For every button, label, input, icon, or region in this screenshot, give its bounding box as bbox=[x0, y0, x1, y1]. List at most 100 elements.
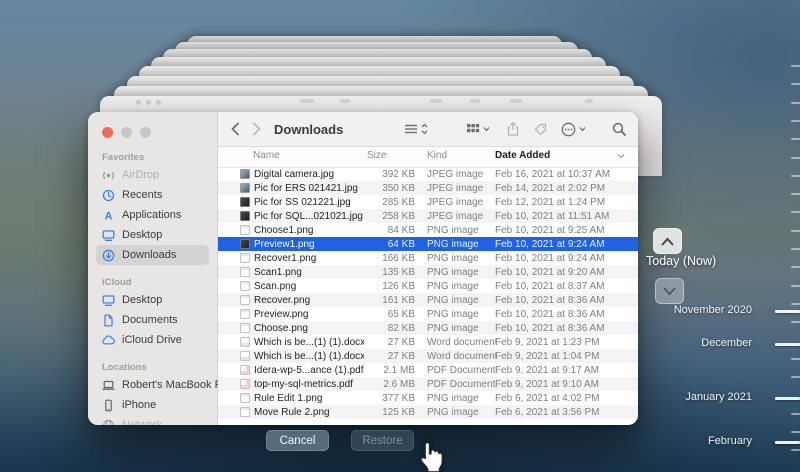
table-row[interactable]: Pic for ERS 021421.jpg 350 KB JPEG image Fe… bbox=[218, 181, 638, 195]
file-icon bbox=[240, 253, 250, 263]
timeline-tick[interactable] bbox=[791, 211, 800, 213]
column-header-kind[interactable]: Kind bbox=[427, 150, 447, 161]
timeline-tick[interactable] bbox=[791, 248, 800, 250]
sidebar-item-downloads[interactable]: Downloads bbox=[96, 245, 209, 265]
table-row[interactable]: Recover.png 161 KB PNG image Feb 10, 2021 a… bbox=[218, 293, 638, 307]
timeline-down-button[interactable] bbox=[655, 278, 684, 304]
zoom-button[interactable] bbox=[140, 127, 151, 138]
airdrop-icon bbox=[103, 171, 114, 179]
sidebar-item-network[interactable]: Network bbox=[96, 415, 209, 425]
sidebar-item-iphone[interactable]: iPhone bbox=[96, 395, 209, 415]
table-row[interactable]: Choose1.png 84 KB PNG image Feb 10, 2021 at… bbox=[218, 223, 638, 237]
file-icon bbox=[240, 211, 250, 221]
file-icon bbox=[240, 379, 250, 389]
timeline-month-label[interactable]: December bbox=[622, 337, 752, 349]
cancel-button[interactable]: Cancel bbox=[266, 430, 329, 451]
restore-button[interactable]: Restore bbox=[351, 430, 414, 451]
file-icon bbox=[240, 351, 250, 361]
hand-cursor bbox=[417, 440, 443, 472]
timeline-tick[interactable] bbox=[791, 266, 800, 268]
sidebar-item-airdrop[interactable]: AirDrop bbox=[96, 165, 209, 185]
close-button[interactable] bbox=[102, 127, 113, 138]
list-view-icon[interactable] bbox=[404, 112, 428, 146]
table-row[interactable]: Which is be...(1) (1).docx 27 KB Word docu… bbox=[218, 349, 638, 363]
file-kind: PNG image bbox=[427, 238, 479, 250]
timeline-tick[interactable] bbox=[791, 102, 800, 104]
sidebar-item-icloud-drive[interactable]: iCloud Drive bbox=[96, 330, 209, 350]
minimize-button[interactable] bbox=[121, 127, 132, 138]
timeline-tick[interactable] bbox=[791, 65, 800, 67]
applications-icon: A bbox=[105, 210, 113, 222]
timeline-month-label[interactable]: February bbox=[622, 435, 752, 447]
table-row[interactable]: Pic for SQL...021021.jpg 258 KB JPEG image… bbox=[218, 209, 638, 223]
tag-icon[interactable] bbox=[534, 112, 547, 146]
column-header-size[interactable]: Size bbox=[367, 150, 386, 161]
sidebar-item-desktop[interactable]: Desktop bbox=[96, 225, 209, 245]
timeline-tick-major[interactable] bbox=[775, 441, 800, 444]
table-row[interactable]: Which is be...(1) (1).docx 27 KB Word docu… bbox=[218, 335, 638, 349]
table-row[interactable]: Recover1.png 166 KB PNG image Feb 10, 2021 … bbox=[218, 251, 638, 265]
timeline-tick-major[interactable] bbox=[775, 397, 800, 400]
search-icon[interactable] bbox=[612, 112, 626, 146]
timeline-tick[interactable] bbox=[791, 431, 800, 433]
timeline-tick[interactable] bbox=[791, 83, 800, 85]
sidebar-item-applications[interactable]: A Applications bbox=[96, 205, 209, 225]
file-date: Feb 10, 2021 at 9:24 AM bbox=[495, 252, 605, 264]
timeline-month-label[interactable]: November 2020 bbox=[622, 304, 752, 316]
table-row[interactable]: Pic for SS 021221.jpg 285 KB JPEG image Feb… bbox=[218, 195, 638, 209]
file-date: Feb 10, 2021 at 8:36 AM bbox=[495, 322, 605, 334]
timeline-tick[interactable] bbox=[791, 376, 800, 378]
file-kind: JPEG image bbox=[427, 210, 484, 222]
column-header-date-added[interactable]: Date Added bbox=[495, 150, 550, 161]
timeline-tick[interactable] bbox=[791, 449, 800, 451]
table-row[interactable]: Idera-wp-5...ance (1).pdf 2.1 MB PDF Docum… bbox=[218, 363, 638, 377]
sidebar-item-label: Documents bbox=[122, 314, 178, 326]
forward-icon[interactable] bbox=[252, 112, 262, 146]
table-header: Name Size Kind Date Added bbox=[218, 147, 638, 168]
table-row[interactable]: Scan1.png 135 KB PNG image Feb 10, 2021 at … bbox=[218, 265, 638, 279]
toolbar: Downloads bbox=[218, 112, 638, 147]
file-kind: PNG image bbox=[427, 224, 479, 236]
timeline-tick[interactable] bbox=[791, 175, 800, 177]
timeline-tick[interactable] bbox=[791, 303, 800, 305]
sidebar-item-documents[interactable]: Documents bbox=[96, 310, 209, 330]
timeline-tick[interactable] bbox=[791, 138, 800, 140]
timeline-tick[interactable] bbox=[791, 157, 800, 159]
table-row[interactable]: Scan.png 126 KB PNG image Feb 10, 2021 at 8… bbox=[218, 279, 638, 293]
timeline-tick[interactable] bbox=[791, 230, 800, 232]
group-view-icon[interactable] bbox=[466, 112, 490, 146]
file-size: 135 KB bbox=[382, 266, 415, 278]
timeline-up-button[interactable] bbox=[653, 228, 682, 254]
timeline-tick-major[interactable] bbox=[775, 310, 800, 313]
table-row[interactable]: Digital camera.jpg 392 KB JPEG image Feb 16… bbox=[218, 167, 638, 181]
table-row[interactable]: top-my-sql-metrics.pdf 2.6 MB PDF Document… bbox=[218, 377, 638, 391]
table-row[interactable]: Choose.png 82 KB PNG image Feb 10, 2021 at … bbox=[218, 321, 638, 335]
timeline-tick[interactable] bbox=[791, 193, 800, 195]
downloads-icon bbox=[102, 249, 115, 261]
column-header-name[interactable]: Name bbox=[253, 150, 280, 161]
back-icon[interactable] bbox=[230, 112, 240, 146]
table-row[interactable]: Rule Edit 1.png 377 KB PNG image Feb 6, 202… bbox=[218, 391, 638, 405]
more-actions-icon[interactable] bbox=[561, 112, 586, 146]
timeline-month-label[interactable]: January 2021 bbox=[622, 391, 752, 403]
timeline-tick[interactable] bbox=[791, 358, 800, 360]
table-row[interactable]: Preview1.png 64 KB PNG image Feb 10, 2021 a… bbox=[218, 237, 638, 251]
desktop-icon bbox=[102, 229, 115, 241]
file-icon bbox=[240, 169, 250, 179]
share-icon[interactable] bbox=[507, 112, 519, 146]
file-kind: PDF Document bbox=[427, 378, 496, 390]
timeline-tick[interactable] bbox=[791, 285, 800, 287]
sidebar-item-label: Network bbox=[122, 419, 163, 425]
sidebar-item-desktop[interactable]: Desktop bbox=[96, 290, 209, 310]
chevron-down-icon[interactable] bbox=[617, 151, 625, 162]
file-size: 2.1 MB bbox=[383, 364, 415, 376]
table-row[interactable]: Move Rule 2.png 125 KB PNG image Feb 6, 202… bbox=[218, 405, 638, 419]
table-row[interactable]: Preview.png 65 KB PNG image Feb 10, 2021 at… bbox=[218, 307, 638, 321]
timeline-tick[interactable] bbox=[791, 321, 800, 323]
sidebar-item-robert-s-macbook-pro[interactable]: Robert's MacBook Pro bbox=[96, 375, 232, 395]
timeline-tick[interactable] bbox=[791, 120, 800, 122]
sidebar-item-recents[interactable]: Recents bbox=[96, 185, 209, 205]
timeline-tick-major[interactable] bbox=[775, 343, 800, 346]
timeline-tick[interactable] bbox=[791, 413, 800, 415]
file-kind: JPEG image bbox=[427, 196, 484, 208]
